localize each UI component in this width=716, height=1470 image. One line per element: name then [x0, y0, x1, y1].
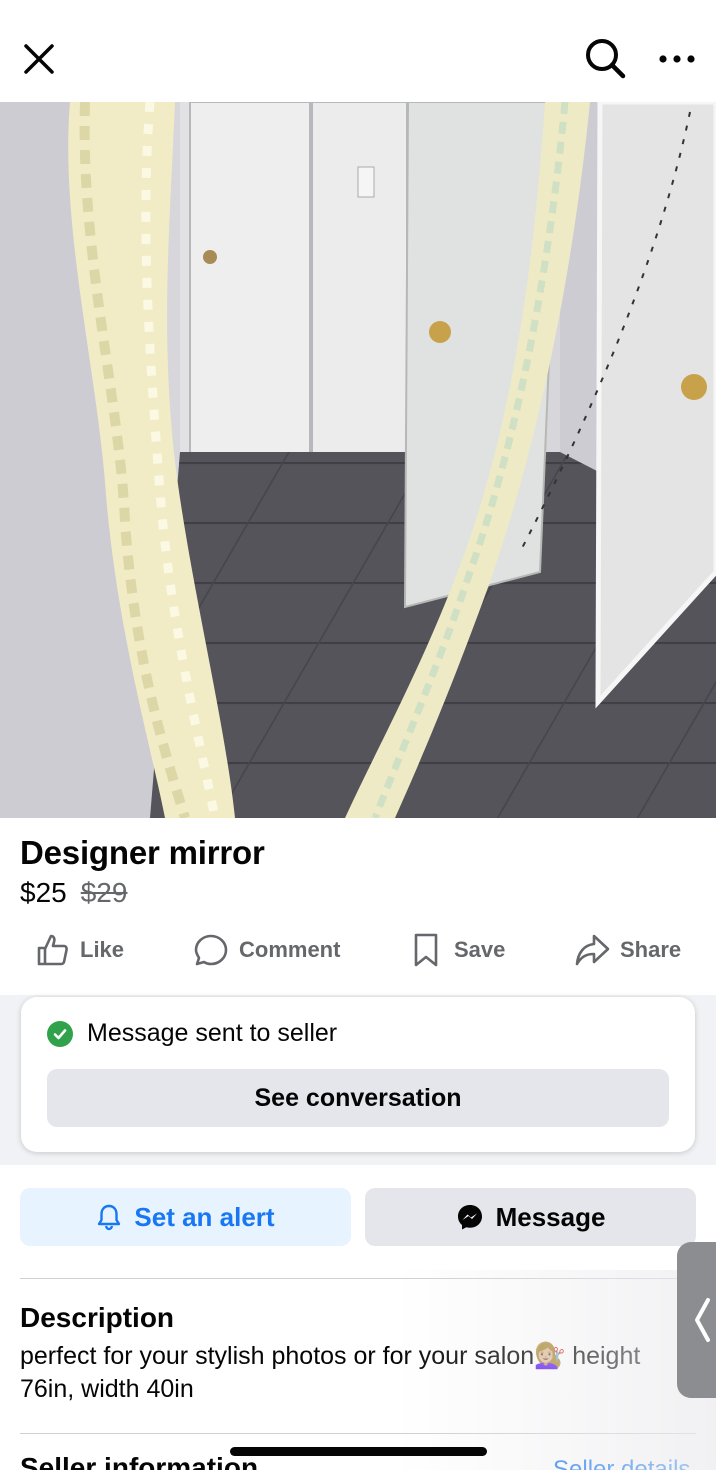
share-button[interactable]: Share: [574, 925, 681, 975]
listing-price: $25 $29: [20, 877, 127, 909]
comment-icon: [194, 934, 228, 966]
chevron-left-icon: [695, 1298, 710, 1342]
seller-heading: Seller information: [20, 1452, 259, 1470]
message-status-text: Message sent to seller: [87, 1019, 338, 1047]
divider: [20, 1433, 696, 1434]
like-label: Like: [80, 937, 125, 962]
seller-details-link[interactable]: Seller details: [553, 1456, 690, 1470]
original-price: $29: [80, 877, 128, 908]
message-sent-card: Message sent to seller See conversation: [21, 997, 695, 1152]
description-heading: Description: [20, 1302, 175, 1333]
messenger-icon: [457, 1205, 482, 1230]
current-price: $25: [20, 877, 67, 908]
set-alert-label: Set an alert: [134, 1201, 275, 1232]
see-conversation-button[interactable]: See conversation: [47, 1069, 669, 1127]
like-button[interactable]: Like: [34, 925, 124, 975]
side-panel-handle[interactable]: [677, 1242, 716, 1398]
message-button[interactable]: Message: [365, 1188, 696, 1246]
search-icon[interactable]: [583, 36, 627, 80]
share-icon: [575, 934, 610, 966]
like-icon: [37, 934, 68, 966]
set-alert-button[interactable]: Set an alert: [20, 1188, 351, 1246]
message-status: Message sent to seller: [47, 1019, 337, 1048]
close-icon[interactable]: [20, 40, 58, 78]
save-button[interactable]: Save: [408, 925, 505, 975]
more-icon[interactable]: [656, 46, 698, 72]
action-row: Like Comment Save Share: [0, 925, 716, 975]
comment-label: Comment: [239, 937, 341, 962]
share-label: Share: [620, 937, 682, 962]
mirror-photo-illustration: [0, 102, 716, 818]
home-indicator[interactable]: [230, 1447, 487, 1456]
top-bar: [0, 0, 716, 102]
bell-icon: [98, 1204, 121, 1231]
divider: [20, 1278, 696, 1279]
listing-photo[interactable]: [0, 102, 716, 818]
listing-title: Designer mirror: [20, 834, 265, 871]
comment-button[interactable]: Comment: [193, 925, 340, 975]
check-icon: [47, 1020, 73, 1047]
save-icon: [414, 933, 438, 967]
description-text: perfect for your stylish photos or for y…: [20, 1342, 641, 1403]
save-label: Save: [454, 937, 506, 962]
message-label: Message: [495, 1201, 606, 1232]
